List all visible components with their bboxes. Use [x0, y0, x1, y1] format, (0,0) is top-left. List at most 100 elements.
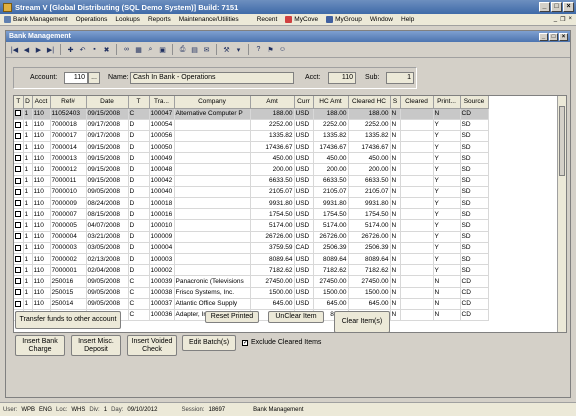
- menu-reports[interactable]: Reports: [144, 16, 175, 23]
- first-record-icon[interactable]: |◀: [9, 44, 20, 55]
- row-select-cell[interactable]: [14, 119, 24, 131]
- column-header[interactable]: Curr: [294, 96, 314, 109]
- table-row[interactable]: 1 110 7000001 02/04/2008 D 100002 7182.62 USD 71…: [14, 264, 489, 277]
- menu-mycove[interactable]: MyCove: [281, 16, 322, 23]
- transactions-grid[interactable]: T D Acct Ref# Date T Tra... Company Amt Curr HC Am…: [13, 95, 567, 333]
- zoom-icon[interactable]: ⌕: [145, 44, 156, 55]
- table-row[interactable]: 1 110 7000004 03/21/2008 D 100009 26726.00 USD 2…: [14, 231, 489, 243]
- row-select-cell[interactable]: [14, 287, 24, 299]
- row-checkbox[interactable]: [15, 233, 21, 240]
- preview-icon[interactable]: ▤: [189, 44, 200, 55]
- row-checkbox[interactable]: [15, 177, 21, 184]
- column-header[interactable]: D: [23, 96, 33, 109]
- print-icon[interactable]: ⎙: [177, 44, 188, 55]
- row-select-cell[interactable]: [14, 242, 24, 254]
- table-row[interactable]: 1 110 7000002 02/13/2008 D 100003 8089.64 USD 80…: [14, 253, 489, 266]
- row-select-cell[interactable]: [14, 275, 24, 288]
- table-row[interactable]: 1 110 7000012 09/15/2008 D 100048 200.00 USD 200…: [14, 163, 489, 176]
- image-icon[interactable]: ▣: [157, 44, 168, 55]
- row-checkbox[interactable]: [15, 244, 21, 251]
- column-header[interactable]: Amt: [250, 96, 295, 109]
- menu-operations[interactable]: Operations: [72, 16, 112, 23]
- table-row[interactable]: 1 110 7000013 09/15/2008 D 100049 450.00 USD 450…: [14, 152, 489, 165]
- row-checkbox[interactable]: [15, 188, 21, 195]
- column-header[interactable]: HC Amt: [313, 96, 349, 109]
- row-select-cell[interactable]: [14, 175, 24, 187]
- row-checkbox[interactable]: [15, 278, 21, 285]
- row-checkbox[interactable]: [15, 121, 21, 128]
- row-checkbox[interactable]: [15, 289, 21, 296]
- column-header[interactable]: Source: [460, 96, 489, 109]
- menu-bank-management[interactable]: Bank Management: [0, 16, 72, 23]
- row-checkbox[interactable]: [15, 211, 21, 218]
- column-header[interactable]: T: [128, 96, 150, 109]
- row-select-cell[interactable]: [14, 219, 24, 232]
- table-row[interactable]: 1 110 7000010 09/05/2008 D 100040 2105.07 USD 21…: [14, 186, 489, 199]
- row-select-cell[interactable]: [14, 186, 24, 199]
- reset-printed-button[interactable]: Reset Printed: [205, 311, 259, 323]
- next-record-icon[interactable]: ▶: [33, 44, 44, 55]
- mdi-restore-button[interactable]: ❐: [560, 16, 565, 23]
- row-select-cell[interactable]: [14, 141, 24, 154]
- column-header[interactable]: Acct: [32, 96, 51, 109]
- column-header[interactable]: Date: [86, 96, 129, 109]
- window-maximize-button[interactable]: □: [549, 32, 558, 41]
- table-row[interactable]: 1 110 250015 09/05/2008 C 100038 Frisco System…: [14, 287, 489, 299]
- table-row[interactable]: 1 110 250016 09/05/2008 C 100039 Panacronic (T…: [14, 275, 489, 288]
- table-row[interactable]: 1 110 7000009 08/24/2008 D 100018 9931.80 USD 99…: [14, 197, 489, 210]
- column-header[interactable]: Cleared HC: [348, 96, 391, 109]
- row-checkbox[interactable]: [15, 199, 21, 206]
- window-close-button[interactable]: ×: [559, 32, 568, 41]
- window-minimize-button[interactable]: _: [539, 32, 548, 41]
- table-row[interactable]: 1 110 7000017 09/17/2008 D 100056 1335.82 USD 13…: [14, 130, 489, 143]
- grid-icon[interactable]: ▦: [133, 44, 144, 55]
- column-header[interactable]: Cleared: [400, 96, 434, 109]
- row-select-cell[interactable]: [14, 108, 24, 120]
- table-row[interactable]: 1 110 7000018 09/17/2008 D 100054 2252.00 USD 22…: [14, 119, 489, 131]
- table-row[interactable]: 1 110 7000005 04/07/2008 D 100010 5174.00 USD 51…: [14, 219, 489, 232]
- row-checkbox[interactable]: [15, 255, 21, 262]
- row-checkbox[interactable]: [15, 300, 21, 307]
- row-select-cell[interactable]: [14, 130, 24, 143]
- row-checkbox[interactable]: [15, 110, 21, 117]
- delete-icon[interactable]: ✖: [101, 44, 112, 55]
- mdi-close-button[interactable]: ×: [568, 16, 572, 23]
- mdi-minimize-button[interactable]: _: [554, 16, 557, 23]
- table-row[interactable]: 1 110 7000003 03/05/2008 D 100004 3759.59 CAD 25…: [14, 242, 489, 254]
- binoculars-icon[interactable]: ∞: [121, 44, 132, 55]
- new-icon[interactable]: ✚: [65, 44, 76, 55]
- table-row[interactable]: 1 110 7000014 09/15/2008 D 100050 17436.67 USD 1…: [14, 141, 489, 154]
- people-icon[interactable]: ☺: [277, 44, 288, 55]
- row-select-cell[interactable]: [14, 152, 24, 165]
- transfer-funds-button[interactable]: Transfer funds to other account: [15, 311, 121, 329]
- row-checkbox[interactable]: [15, 267, 21, 273]
- column-header[interactable]: S: [390, 96, 401, 109]
- flag-icon[interactable]: ⚑: [265, 44, 276, 55]
- menu-maintenance[interactable]: Maintenance/Utilities: [175, 16, 243, 23]
- row-checkbox[interactable]: [15, 222, 21, 229]
- dropdown-icon[interactable]: ▾: [233, 44, 244, 55]
- row-select-cell[interactable]: [14, 253, 24, 266]
- column-header[interactable]: Print...: [433, 96, 461, 109]
- row-select-cell[interactable]: [14, 163, 24, 176]
- row-select-cell[interactable]: [14, 197, 24, 210]
- save-icon[interactable]: ▪: [89, 44, 100, 55]
- prev-record-icon[interactable]: ◀: [21, 44, 32, 55]
- column-header[interactable]: T: [14, 96, 24, 109]
- minimize-button[interactable]: _: [539, 2, 550, 12]
- row-select-cell[interactable]: [14, 264, 24, 277]
- table-row[interactable]: 1 110 7000011 09/15/2008 D 100042 6633.50 USD 66…: [14, 175, 489, 187]
- tools-icon[interactable]: ⚒: [221, 44, 232, 55]
- maximize-button[interactable]: □: [551, 2, 562, 12]
- menu-recent[interactable]: Recent: [253, 16, 282, 23]
- last-record-icon[interactable]: ▶|: [45, 44, 56, 55]
- grid-vertical-scrollbar[interactable]: [557, 96, 566, 332]
- menu-window[interactable]: Window: [366, 16, 397, 23]
- insert-bank-charge-button[interactable]: Insert Bank Charge: [15, 335, 65, 356]
- unclear-item-button[interactable]: UnClear Item: [268, 311, 324, 323]
- row-select-cell[interactable]: [14, 208, 24, 221]
- email-icon[interactable]: ✉: [201, 44, 212, 55]
- close-button[interactable]: ×: [563, 2, 574, 12]
- column-header[interactable]: Tra...: [149, 96, 175, 109]
- row-select-cell[interactable]: [14, 231, 24, 243]
